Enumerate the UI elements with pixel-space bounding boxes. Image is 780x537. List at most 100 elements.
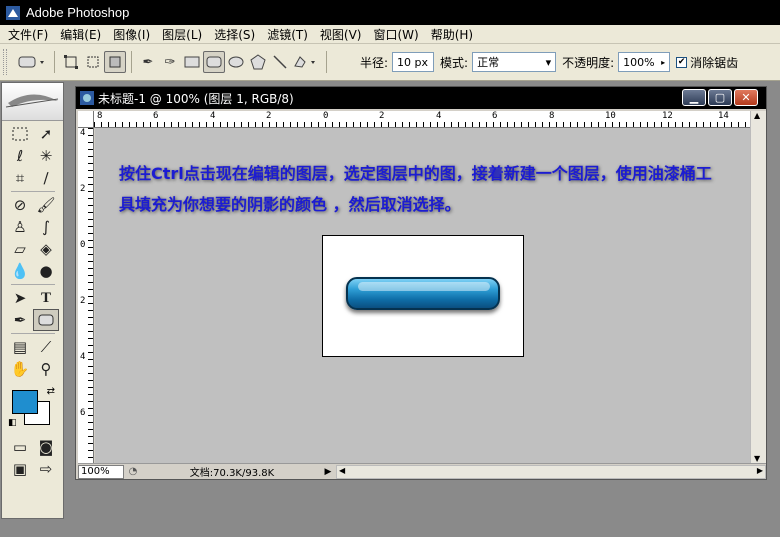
menu-select[interactable]: 选择(S)	[208, 26, 261, 43]
hruler-label: 2	[379, 111, 385, 121]
paths-icon	[87, 56, 99, 68]
menu-help[interactable]: 帮助(H)	[425, 26, 479, 43]
chevron-down-icon: ▾	[545, 55, 552, 69]
standard-mode-button[interactable]: ▭	[7, 436, 33, 458]
crop-tool[interactable]: ⌗	[7, 167, 33, 189]
rounded-rectangle-tool-button[interactable]	[203, 51, 225, 73]
minimize-button[interactable]: ▁	[682, 89, 706, 106]
blur-tool[interactable]: 💧	[7, 260, 33, 282]
clone-stamp-tool[interactable]: ♙	[7, 216, 33, 238]
polygon-tool-button[interactable]	[247, 51, 269, 73]
scroll-down-icon[interactable]: ▼	[754, 454, 760, 463]
custom-shape-tool-button[interactable]	[291, 51, 321, 73]
status-info-icon[interactable]: ◔	[124, 466, 142, 477]
paint-bucket-icon: ◈	[40, 240, 52, 258]
mode-label: 模式:	[440, 55, 469, 70]
menu-bar: 文件(F) 编辑(E) 图像(I) 图层(L) 选择(S) 滤镜(T) 视图(V…	[0, 25, 780, 44]
dodge-tool[interactable]: ●	[33, 260, 59, 282]
path-selection-tool[interactable]: ➤	[7, 287, 33, 309]
mode-grid: ▭ ◙ ▣ ⇨	[2, 434, 63, 482]
button-gloss-highlight	[358, 282, 490, 291]
vruler-label: 2	[80, 296, 86, 306]
close-button[interactable]: ✕	[734, 89, 758, 106]
menu-view[interactable]: 视图(V)	[314, 26, 368, 43]
horizontal-scrollbar[interactable]: ◀ ▶	[336, 464, 766, 479]
menu-image[interactable]: 图像(I)	[107, 26, 156, 43]
eraser-tool[interactable]: ▱	[7, 238, 33, 260]
foreground-color-swatch[interactable]	[12, 390, 38, 414]
canvas-area[interactable]: 按住Ctrl点击现在编辑的图层，选定图层中的图，接着新建一个图层，使用油漆桶工具…	[95, 128, 750, 463]
scroll-left-icon[interactable]: ◀	[339, 466, 345, 475]
menu-filter[interactable]: 滤镜(T)	[261, 26, 314, 43]
options-separator	[131, 51, 132, 73]
shape-layers-button[interactable]	[60, 51, 82, 73]
photoshop-icon	[6, 5, 20, 20]
image-canvas[interactable]	[322, 235, 524, 357]
options-grip[interactable]	[3, 49, 7, 75]
paths-button[interactable]	[82, 51, 104, 73]
hand-tool[interactable]: ✋	[7, 358, 33, 380]
scroll-right-icon[interactable]: ▶	[757, 466, 763, 475]
magic-wand-tool[interactable]: ✳	[33, 145, 59, 167]
menu-edit[interactable]: 编辑(E)	[54, 26, 107, 43]
vertical-ruler[interactable]: 4 2 0 2 4 6	[78, 128, 94, 463]
antialias-checkbox[interactable]: ✔	[676, 56, 688, 68]
menu-file[interactable]: 文件(F)	[2, 26, 54, 43]
quick-mask-button[interactable]: ◙	[33, 436, 59, 458]
opacity-input[interactable]: 100% ▸	[618, 52, 671, 72]
app-titlebar: Adobe Photoshop	[0, 0, 780, 25]
marquee-tool[interactable]	[7, 123, 33, 145]
screen-mode-button[interactable]: ▣	[7, 458, 33, 480]
slice-icon: ∕	[43, 169, 49, 187]
history-brush-tool[interactable]: ∫	[33, 216, 59, 238]
screen-mode-icon: ▣	[12, 460, 28, 478]
jump-to-imageready-button[interactable]: ⇨	[33, 458, 59, 480]
default-colors-icon[interactable]: ◧	[8, 418, 17, 428]
tool-separator	[11, 191, 55, 192]
scroll-up-icon[interactable]: ▲	[754, 111, 760, 120]
shape-tool[interactable]	[33, 309, 59, 331]
options-bar: ✒ ✑ 半径: 模式: 正常 ▾ 不透明度: 100% ▸ ✔ 消除锯齿	[0, 44, 780, 81]
pen-tool-button[interactable]: ✒	[137, 51, 159, 73]
tool-separator	[11, 284, 55, 285]
maximize-button[interactable]: ▢	[708, 89, 732, 106]
radius-input[interactable]	[392, 52, 435, 72]
menu-window[interactable]: 窗口(W)	[367, 26, 424, 43]
paint-bucket-tool[interactable]: ◈	[33, 238, 59, 260]
hruler-ticks	[94, 122, 750, 127]
move-tool[interactable]: ➚	[33, 123, 59, 145]
type-tool[interactable]: T	[33, 287, 59, 309]
status-menu-arrow-icon[interactable]: ▶	[322, 467, 334, 477]
zoom-tool[interactable]: ⚲	[33, 358, 59, 380]
healing-brush-tool[interactable]: ⊘	[7, 194, 33, 216]
eyedropper-tool[interactable]: ⟋	[33, 336, 59, 358]
rectangle-tool-button[interactable]	[181, 51, 203, 73]
tool-preset-picker[interactable]	[15, 51, 49, 73]
fill-pixels-button[interactable]	[104, 51, 126, 73]
ruler-origin[interactable]	[78, 111, 94, 128]
line-tool-button[interactable]	[269, 51, 291, 73]
brush-tool[interactable]: 🖌	[33, 194, 59, 216]
instruction-text: 按住Ctrl点击现在编辑的图层，选定图层中的图，接着新建一个图层，使用油漆桶工具…	[119, 164, 712, 214]
rounded-rectangle-icon	[38, 314, 54, 326]
bandage-icon: ⊘	[13, 196, 27, 214]
document-titlebar[interactable]: 未标题-1 @ 100% (图层 1, RGB/8) ▁ ▢ ✕	[76, 87, 766, 109]
notes-tool[interactable]: ▤	[7, 336, 33, 358]
freeform-pen-button[interactable]: ✑	[159, 51, 181, 73]
magnifier-icon: ⚲	[40, 360, 52, 378]
vertical-scrollbar[interactable]: ▲ ▼	[750, 111, 766, 463]
app-title: Adobe Photoshop	[26, 5, 130, 20]
slice-tool[interactable]: ∕	[33, 167, 59, 189]
mode-select[interactable]: 正常 ▾	[472, 52, 557, 72]
lasso-tool[interactable]: ℓ	[7, 145, 33, 167]
horizontal-ruler[interactable]: 8 6 4 2 0 2 4 6 8 10 12 14	[94, 111, 750, 128]
document-size: 文档:70.3K/93.8K	[189, 468, 275, 479]
stamp-icon: ♙	[13, 218, 27, 236]
ellipse-tool-button[interactable]	[225, 51, 247, 73]
swap-colors-icon[interactable]: ⇄	[47, 386, 55, 397]
menu-layer[interactable]: 图层(L)	[156, 26, 208, 43]
pen-tool[interactable]: ✒	[7, 309, 33, 331]
zoom-field[interactable]: 100%	[78, 464, 124, 479]
arrow-icon: ➤	[13, 289, 27, 307]
vruler-label: 6	[80, 408, 86, 418]
